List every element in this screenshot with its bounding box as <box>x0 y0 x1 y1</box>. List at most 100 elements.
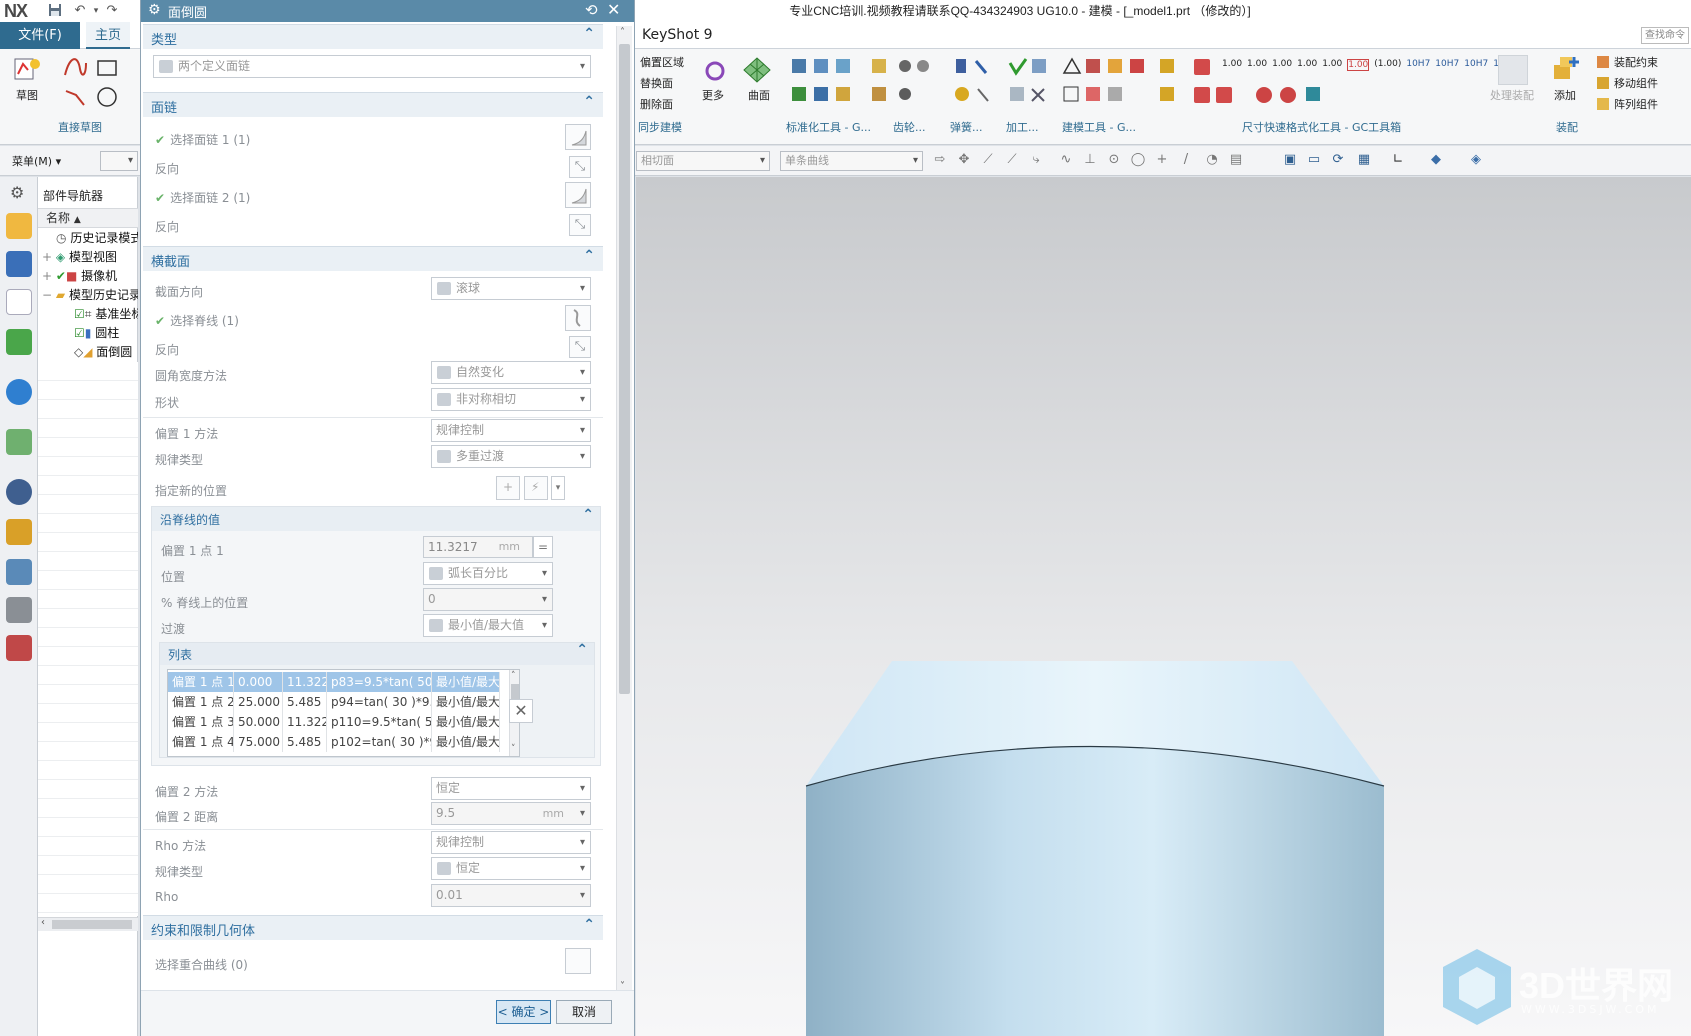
undo-dropdown-icon[interactable]: ▾ <box>88 3 104 19</box>
list-header[interactable]: 列表 ⌃ <box>160 642 594 665</box>
reverse-2-button[interactable]: ⤡ <box>569 214 591 236</box>
spine-reverse-button[interactable]: ⤡ <box>569 336 591 358</box>
ok-button[interactable]: < 确定 > <box>496 1000 551 1024</box>
redo-icon[interactable]: ↷ <box>104 3 120 19</box>
select-coincident-curve[interactable]: 选择重合曲线 (0) <box>155 956 248 973</box>
menu-button[interactable]: 菜单(M) ▾ <box>12 153 61 169</box>
display-options-icon[interactable]: ◈ <box>1468 152 1484 168</box>
slash-icon[interactable]: / <box>1178 152 1194 168</box>
rho-method-dropdown[interactable]: 规律控制 <box>431 831 591 854</box>
reset-icon[interactable]: ⟲ <box>585 1 598 19</box>
view-orient-icon[interactable]: ▦ <box>1356 152 1372 168</box>
navigator-column-name[interactable]: 名称 ▲ <box>38 208 138 228</box>
dialog-vscrollbar[interactable]: ˄ ˅ <box>616 26 632 998</box>
shape-dropdown[interactable]: 非对称相切 <box>431 388 591 411</box>
table-row[interactable]: 偏置 1 点 4 75.000 5.485 p102=tan( 30 )*9.5… <box>168 732 509 752</box>
intersect-icon[interactable]: ⊥ <box>1082 152 1098 168</box>
dim-icon[interactable] <box>1256 87 1272 103</box>
roles-icon[interactable] <box>6 635 32 661</box>
dim-value-icon[interactable]: 1.00 <box>1247 59 1267 71</box>
web-browser-icon[interactable] <box>6 379 32 405</box>
section-orientation-dropdown[interactable]: 滚球 <box>431 277 591 300</box>
type-dropdown[interactable]: 两个定义面链 <box>153 55 591 78</box>
dim-icon[interactable] <box>1194 87 1210 103</box>
section-constraints-header[interactable]: 约束和限制几何体 ⌃ <box>143 915 603 940</box>
offset-region-item[interactable]: 偏置区域 <box>640 54 684 70</box>
line-point-icon[interactable]: ⟋ <box>1004 152 1020 168</box>
delete-face-item[interactable]: 删除面 <box>640 96 673 112</box>
modeling-tools-icons[interactable] <box>1062 57 1182 112</box>
point-dialog-button[interactable]: + <box>496 476 520 500</box>
table-row[interactable]: 偏置 1 点 2 25.000 5.485 p94=tan( 30 )*9.5 … <box>168 692 509 712</box>
sketch-icon[interactable] <box>13 55 43 85</box>
along-spine-header[interactable]: 沿脊线的值 ⌃ <box>152 507 600 531</box>
select-spine[interactable]: 选择脊线 (1) <box>155 312 239 329</box>
collapse-chevron-icon[interactable]: ⌃ <box>582 507 594 523</box>
collapse-chevron-icon[interactable]: ⌃ <box>583 917 595 933</box>
section-cross-section-header[interactable]: 横截面 ⌃ <box>143 246 603 271</box>
offset1-point1-input[interactable]: 11.3217 mm <box>423 536 533 558</box>
process-studio-icon[interactable] <box>6 519 32 545</box>
table-row[interactable]: 偏置 1 点 3 50.000 11.322 p110=9.5*tan( 50 … <box>168 712 509 732</box>
tab-keyshot[interactable]: KeyShot 9 <box>630 22 725 49</box>
law-type-dropdown[interactable]: 多重过渡 <box>431 445 591 468</box>
dimension-value-icons[interactable]: 1.00 1.00 1.00 1.00 1.00 1.00 (1.00) 10H… <box>1222 59 1505 71</box>
manufacturing-wizard-icon[interactable] <box>6 559 32 585</box>
dim-icon[interactable] <box>1280 87 1296 103</box>
spine-picker[interactable] <box>565 305 591 331</box>
assembly-constraint-item[interactable]: 装配约束 <box>1614 54 1658 70</box>
body-select-icon[interactable]: ▤ <box>1228 152 1244 168</box>
point-type-dropdown-icon[interactable]: ▾ <box>551 476 565 500</box>
nav-row-face-blend[interactable]: ◇◢ 面倒圆 <box>38 343 138 362</box>
dim-value-icon[interactable]: 1.00 <box>1222 59 1242 71</box>
add-label[interactable]: 添加 <box>1554 87 1576 103</box>
rho-input[interactable]: 0.01 <box>431 884 591 907</box>
dim-value-icon[interactable]: 1.00 <box>1297 59 1317 71</box>
face-chain-1-picker[interactable] <box>565 124 591 150</box>
close-icon[interactable]: ✕ <box>607 0 620 19</box>
coincident-curve-picker[interactable] <box>565 948 591 974</box>
dim-value-icon[interactable]: 1.00 <box>1272 59 1292 71</box>
cylinder-face[interactable] <box>806 746 1384 1036</box>
spring-tools-icons[interactable] <box>952 57 992 112</box>
move-component-icon[interactable] <box>1596 76 1610 93</box>
part-navigator-icon[interactable] <box>6 289 32 315</box>
constraint-navigator-icon[interactable] <box>6 251 32 277</box>
find-command-input[interactable]: 查找命令 <box>1641 27 1689 44</box>
reverse-1-button[interactable]: ⤡ <box>569 156 591 178</box>
offset-points-table[interactable]: 偏置 1 点 1 0.000 11.322 p83=9.5*tan( 50 ) … <box>167 669 520 757</box>
assembly-navigator-icon[interactable] <box>6 213 32 239</box>
scroll-up-icon[interactable]: ˄ <box>620 27 625 38</box>
curve-rule-select[interactable]: 单条曲线 <box>780 151 923 171</box>
scroll-thumb[interactable] <box>619 44 630 694</box>
tab-file[interactable]: 文件(F) <box>0 22 80 49</box>
dim-icon[interactable] <box>1194 59 1210 75</box>
face-chain-2-picker[interactable] <box>565 182 591 208</box>
curve-tools-icon[interactable] <box>62 55 132 110</box>
surface-icon[interactable] <box>742 54 772 84</box>
offset2-method-dropdown[interactable]: 恒定 <box>431 777 591 800</box>
history-palette-icon[interactable] <box>6 429 32 455</box>
machining-tools-icons[interactable] <box>1008 57 1048 112</box>
wave-icon[interactable]: ∿ <box>1058 152 1074 168</box>
model-render[interactable] <box>636 177 1691 1036</box>
dim-value-icon[interactable]: 1.00 <box>1347 59 1370 71</box>
transition-dropdown[interactable]: 最小值/最大值 <box>423 614 553 637</box>
section-type-header[interactable]: 类型 ⌃ <box>143 24 603 49</box>
percent-on-spine-input[interactable]: 0 <box>423 588 553 611</box>
dim-value-icon[interactable]: 10H7 <box>1406 59 1430 71</box>
gear-tools-icons[interactable] <box>895 57 935 112</box>
surface-label[interactable]: 曲面 <box>748 87 770 103</box>
history-icon[interactable] <box>6 479 32 505</box>
rho-law-type-dropdown[interactable]: 恒定 <box>431 857 591 880</box>
view-fit-icon[interactable]: ▣ <box>1282 152 1298 168</box>
save-icon[interactable] <box>47 3 63 19</box>
more-label[interactable]: 更多 <box>702 87 724 103</box>
collapse-chevron-icon[interactable]: ⌃ <box>583 26 595 42</box>
graphics-viewport[interactable]: 3D世界网 WWW.3DSJW.COM <box>636 177 1691 1036</box>
location-dropdown[interactable]: 弧长百分比 <box>423 562 553 585</box>
offset1-method-dropdown[interactable]: 规律控制 <box>431 419 591 442</box>
circle-point-icon[interactable]: ◯ <box>1130 152 1146 168</box>
robot-icon[interactable] <box>6 597 32 623</box>
render-style-icon[interactable]: ◆ <box>1428 152 1444 168</box>
